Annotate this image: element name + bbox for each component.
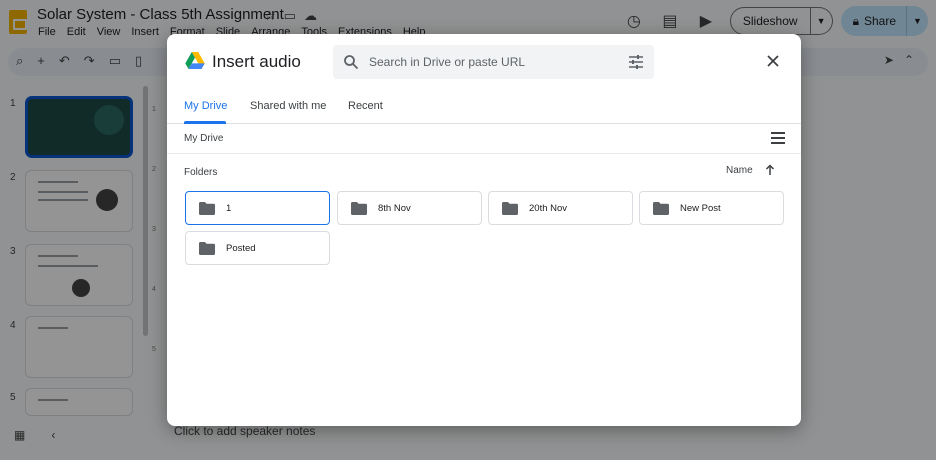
folder-item[interactable]: Posted bbox=[185, 231, 330, 265]
folder-item[interactable]: 20th Nov bbox=[488, 191, 633, 225]
search-options-icon[interactable] bbox=[628, 54, 644, 70]
folder-item[interactable]: New Post bbox=[639, 191, 784, 225]
folder-name: 8th Nov bbox=[378, 203, 411, 214]
dialog-title: Insert audio bbox=[212, 52, 301, 71]
folder-item[interactable]: 8th Nov bbox=[337, 191, 482, 225]
drive-search-box bbox=[333, 45, 654, 79]
folder-icon bbox=[351, 202, 367, 215]
tab-my-drive[interactable]: My Drive bbox=[184, 100, 227, 112]
source-tabs: My Drive Shared with me Recent bbox=[167, 90, 801, 124]
breadcrumb[interactable]: My Drive bbox=[184, 133, 223, 144]
folder-name: Posted bbox=[226, 243, 256, 254]
folder-icon bbox=[502, 202, 518, 215]
folder-icon bbox=[199, 202, 215, 215]
folder-item[interactable]: 1 bbox=[185, 191, 330, 225]
sort-by-name[interactable]: Name bbox=[726, 165, 753, 176]
tab-shared-with-me[interactable]: Shared with me bbox=[250, 100, 326, 112]
search-input[interactable] bbox=[369, 51, 609, 73]
folder-icon bbox=[653, 202, 669, 215]
close-icon[interactable] bbox=[766, 54, 780, 68]
dialog-header: Insert audio bbox=[167, 34, 801, 90]
search-icon[interactable] bbox=[343, 54, 359, 70]
folders-section-label: Folders bbox=[184, 167, 218, 178]
breadcrumb-bar: My Drive bbox=[167, 124, 801, 154]
folder-name: 1 bbox=[226, 203, 232, 214]
google-drive-icon bbox=[185, 52, 205, 69]
insert-audio-dialog: Insert audio My Drive Shared with me Rec bbox=[167, 34, 801, 426]
folder-icon bbox=[199, 242, 215, 255]
folder-name: 20th Nov bbox=[529, 203, 568, 214]
list-view-icon[interactable] bbox=[771, 132, 785, 144]
sort-ascending-arrow-icon[interactable] bbox=[764, 164, 776, 176]
tab-recent[interactable]: Recent bbox=[348, 100, 383, 112]
folder-name: New Post bbox=[680, 203, 721, 214]
